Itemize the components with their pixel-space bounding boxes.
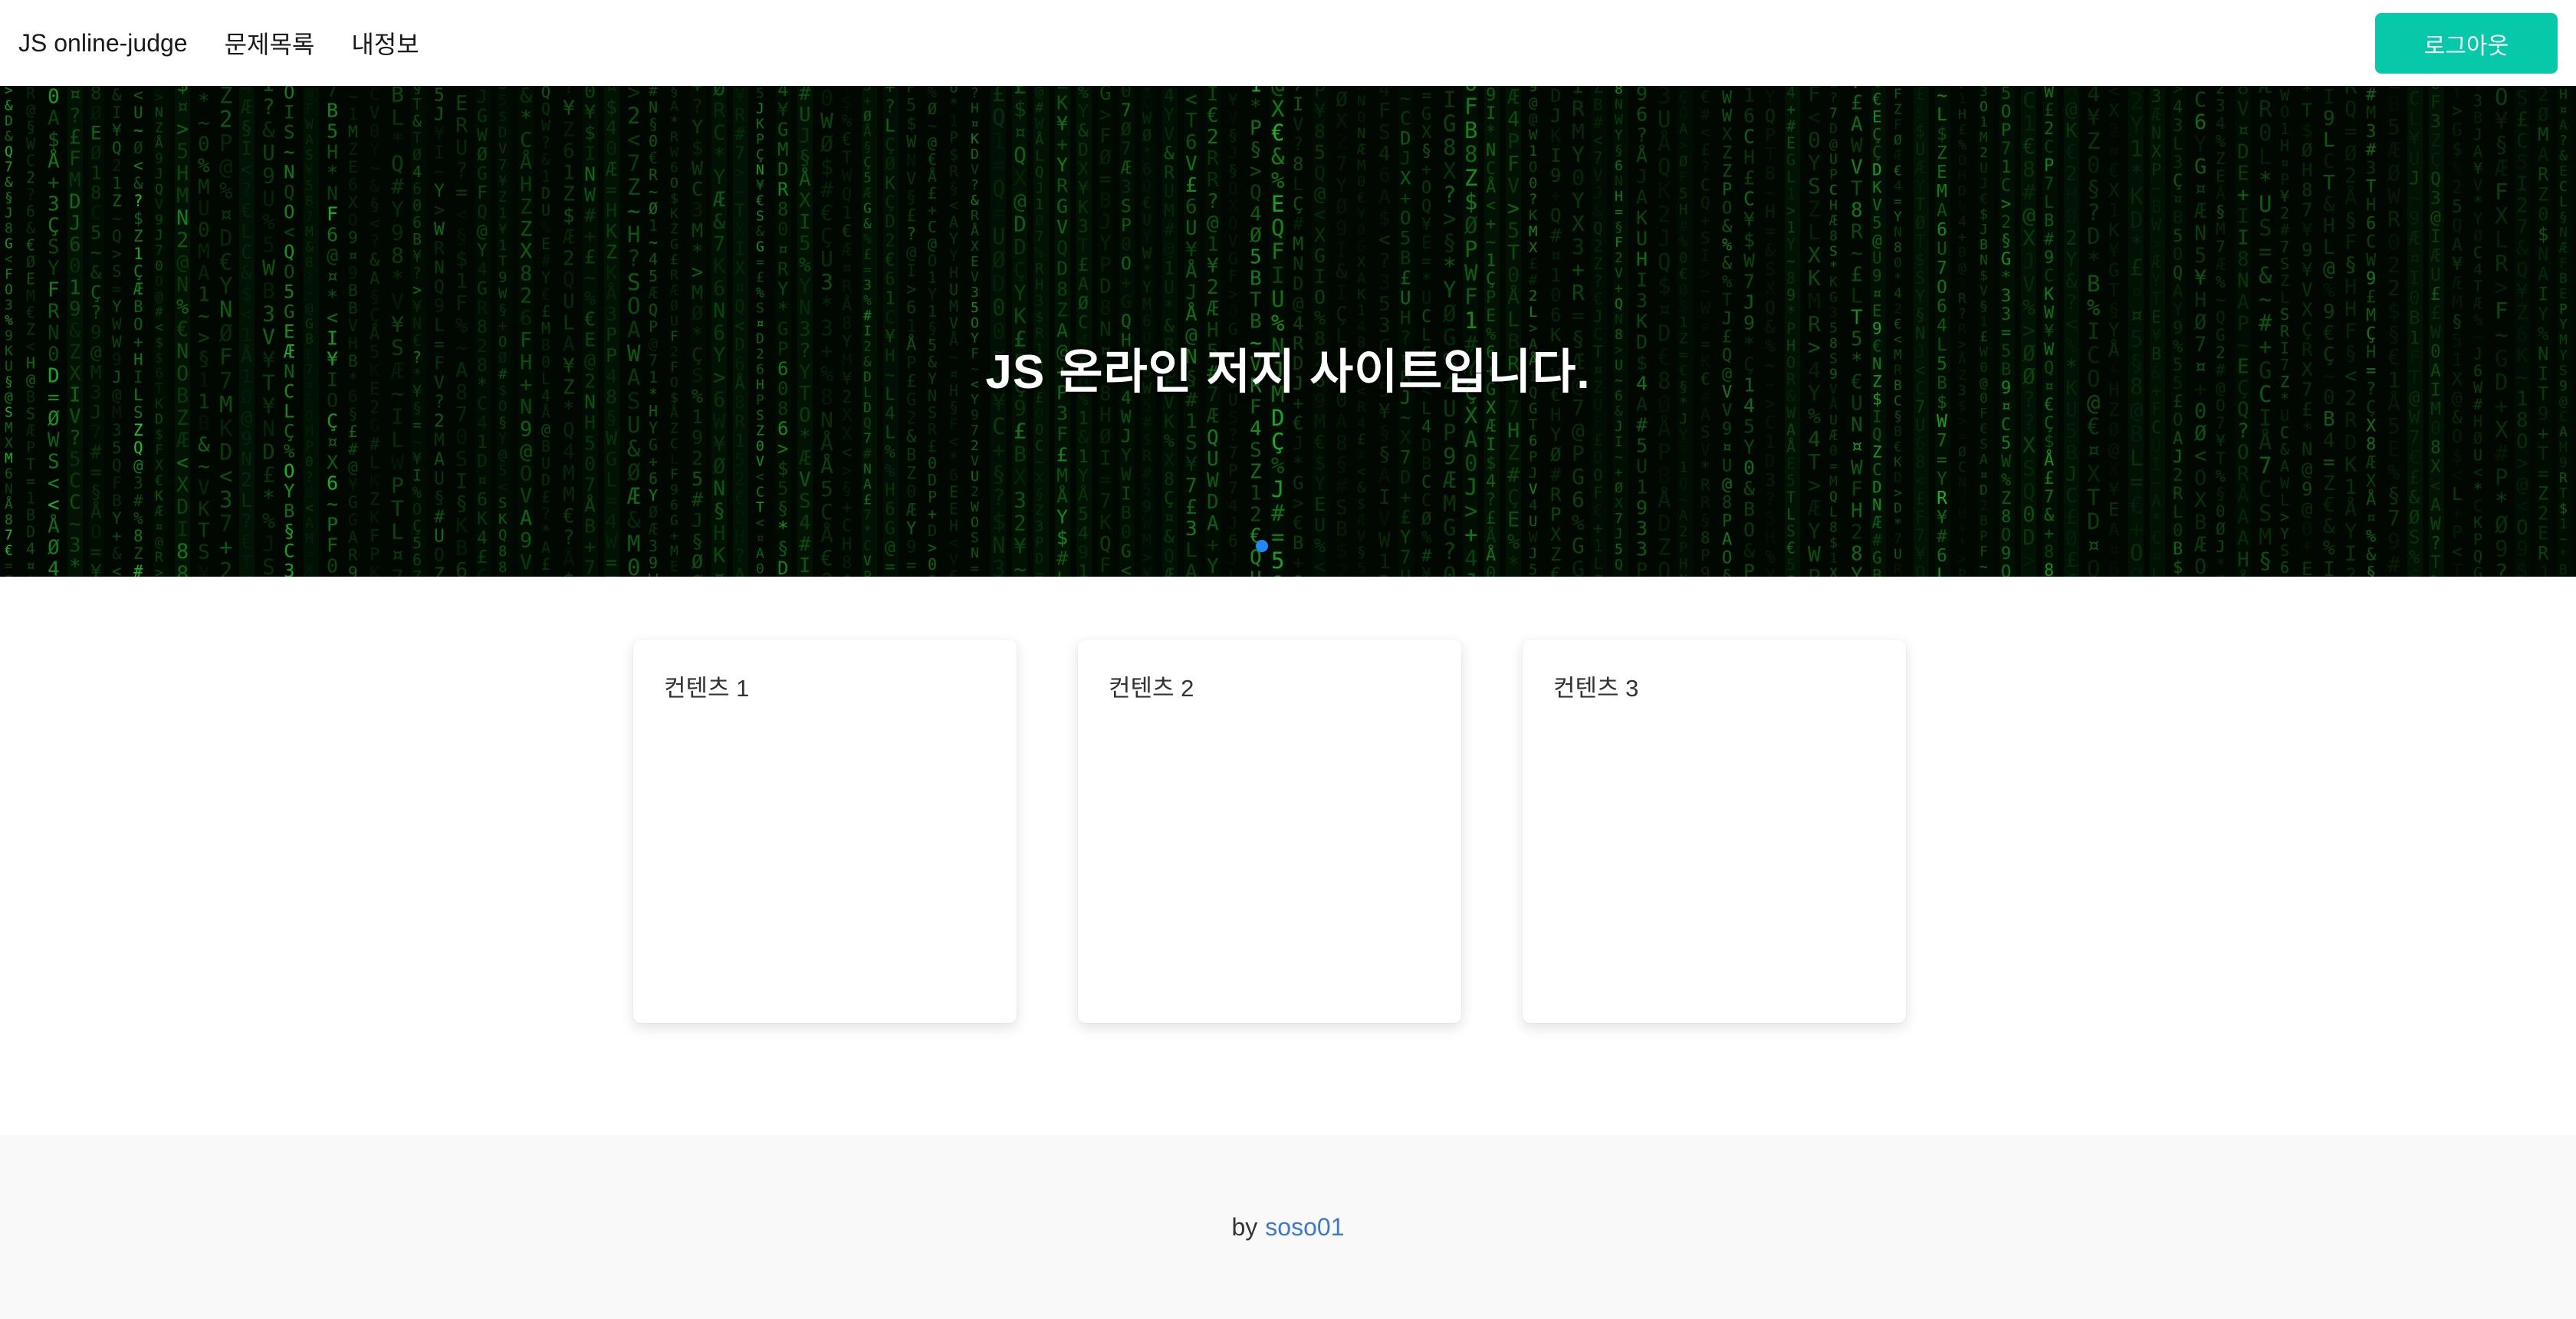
top-navbar: JS online-judge 문제목록 내정보 로그아웃: [0, 0, 2576, 86]
nav-link-problem-list[interactable]: 문제목록: [225, 25, 315, 61]
carousel-indicator-dot[interactable]: [1256, 540, 1268, 552]
content-cards: 컨텐츠 1 컨텐츠 2 컨텐츠 3: [0, 577, 2576, 1135]
brand-link[interactable]: JS online-judge: [18, 29, 188, 58]
card-title: 컨텐츠 1: [664, 669, 986, 703]
content-card: 컨텐츠 1: [633, 640, 1017, 1023]
hero-carousel: <>&D&Q7&§J8G<FO3%9KU§@SMXM6NÅ87€=EDLR@§W…: [0, 86, 2576, 577]
content-card: 컨텐츠 2: [1078, 640, 1461, 1023]
matrix-background-image: <>&D&Q7&§J8G<FO3%9KU§@SMXM6NÅ87€=EDLR@§W…: [0, 86, 2576, 577]
logout-button[interactable]: 로그아웃: [2375, 13, 2558, 74]
content-card: 컨텐츠 3: [1523, 640, 1906, 1023]
author-link[interactable]: soso01: [1265, 1213, 1344, 1242]
hero-title: JS 온라인 저지 사이트입니다.: [0, 333, 2576, 402]
nav-link-my-info[interactable]: 내정보: [351, 25, 419, 61]
card-title: 컨텐츠 3: [1553, 669, 1875, 703]
nav-links: JS online-judge 문제목록 내정보: [18, 25, 419, 61]
footer: by soso01: [0, 1135, 2576, 1319]
footer-by-label: by: [1232, 1213, 1258, 1242]
card-title: 컨텐츠 2: [1109, 669, 1431, 703]
